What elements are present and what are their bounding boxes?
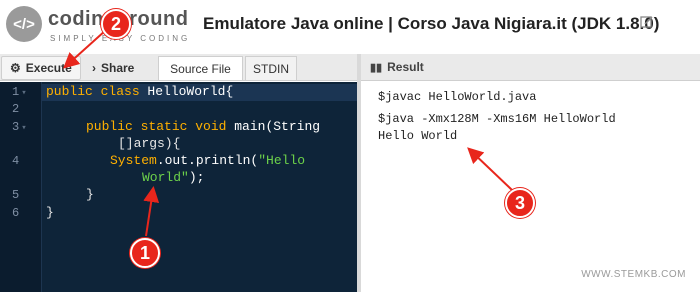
line-number: 2 (12, 102, 20, 116)
fold-icon: ▾ (21, 88, 27, 98)
code-line: } (86, 187, 94, 202)
execute-label: Execute (25, 61, 72, 75)
output-line: Hello World (378, 129, 458, 143)
output-line: $javac HelloWorld.java (378, 90, 537, 104)
result-header: ▮▮ Result (362, 54, 700, 81)
chart-icon: ▮▮ (370, 61, 383, 74)
annotation-badge-1: 1 (130, 238, 160, 268)
share-button[interactable]: › Share (84, 56, 156, 80)
watermark: WWW.STEMKB.COM (581, 269, 686, 280)
code-line: World"); (142, 170, 205, 185)
code-editor[interactable]: 1 ▾ 2 3 ▾ 4 5 6 public class HelloWorld{ p… (0, 82, 357, 292)
tab-stdin[interactable]: STDIN (245, 56, 297, 80)
line-number: 5 (12, 188, 20, 202)
execute-button[interactable]: ⚙ Execute (1, 56, 81, 80)
line-number: 6 (12, 206, 20, 220)
code-line: public class HelloWorld{ (46, 84, 234, 99)
page-title: Emulatore Java online | Corso Java Nigia… (203, 14, 660, 33)
editor-toolbar: ⚙ Execute › Share Source File STDIN (0, 54, 362, 81)
output-line: $java -Xmx128M -Xms16M HelloWorld (378, 112, 616, 126)
code-line: []args){ (118, 136, 181, 151)
result-output: $javac HelloWorld.java $java -Xmx128M -X… (362, 82, 700, 292)
edit-icon[interactable] (640, 15, 654, 29)
result-title: Result (387, 60, 424, 74)
code-line: } (46, 205, 54, 220)
line-number: 4 (12, 154, 20, 168)
logo-icon: </> (6, 6, 42, 42)
terminal-icon: › (92, 61, 96, 75)
tab-source-file[interactable]: Source File (158, 56, 243, 80)
code-line: System.out.println("Hello (110, 153, 306, 168)
code-line: public static void main(String (86, 119, 321, 134)
annotation-badge-2: 2 (101, 9, 131, 39)
gears-icon: ⚙ (10, 61, 21, 75)
share-label: Share (101, 61, 135, 75)
line-number: 3 ▾ (12, 120, 27, 134)
line-number: 1 ▾ (12, 85, 27, 99)
fold-icon: ▾ (21, 123, 27, 133)
annotation-badge-3: 3 (505, 188, 535, 218)
panel-splitter[interactable] (357, 54, 361, 292)
